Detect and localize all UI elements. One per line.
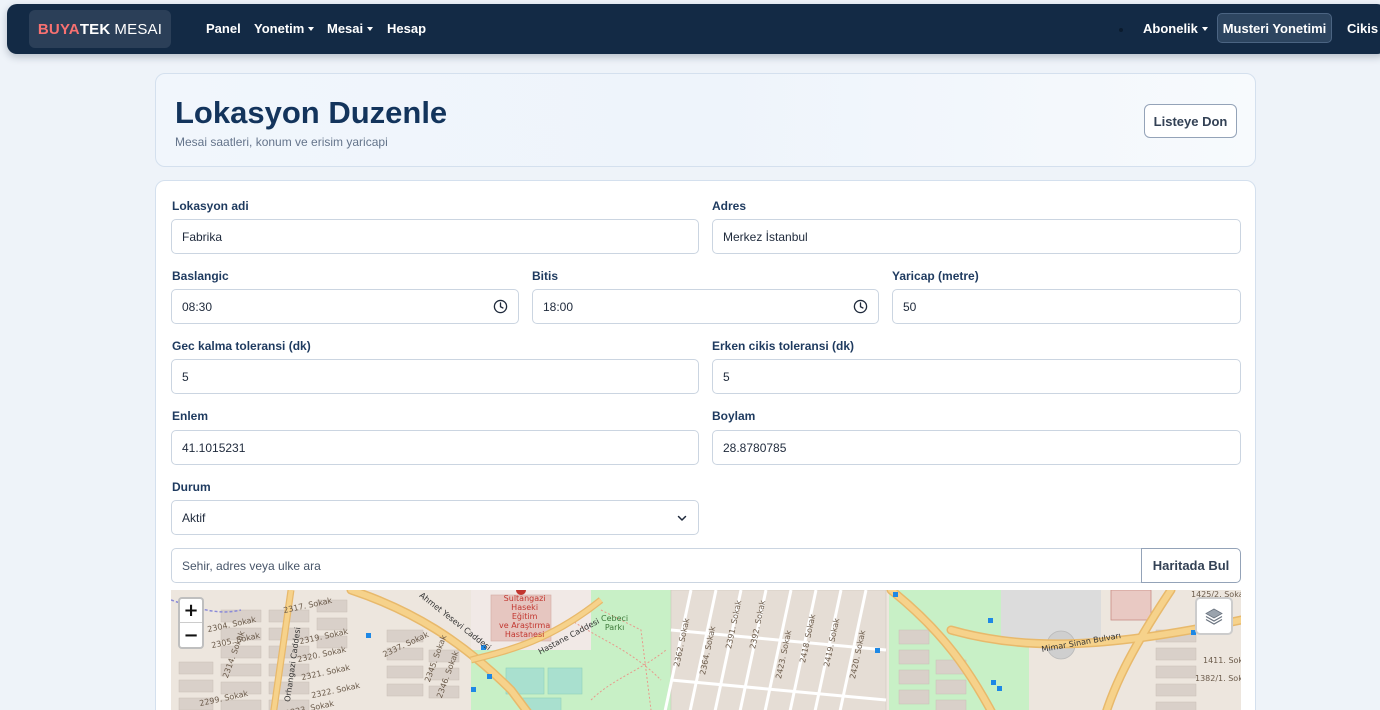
baslangic-time-input[interactable]: 08:30: [171, 289, 519, 324]
yaricap-value: 50: [903, 299, 917, 314]
erken-cikis-input[interactable]: 5: [712, 359, 1241, 394]
brand-part-3: MESAI: [114, 20, 163, 38]
caret-down-icon: [308, 27, 315, 31]
brand-part-1: BUYA: [37, 20, 80, 38]
top-navbar: BUYA TEK MESAI Panel Yonetim Mesai Hesap A…: [7, 4, 1380, 54]
enlem-value: 41.1015231: [182, 440, 246, 455]
erken-cikis-value: 5: [723, 369, 730, 384]
street-label: 1411. Sokak: [1203, 656, 1241, 665]
map-zoom-control: + −: [178, 597, 204, 649]
nav-cikis[interactable]: Cikis: [1347, 21, 1378, 36]
adres-input[interactable]: Merkez İstanbul: [712, 219, 1241, 254]
lokasyon-adi-label: Lokasyon adi: [172, 199, 249, 213]
lokasyon-adi-input[interactable]: Fabrika: [171, 219, 699, 254]
hospital-line-2: Haseki: [511, 603, 539, 612]
nav-mesai-label: Mesai: [327, 21, 364, 36]
map-layers-button[interactable]: [1195, 597, 1233, 635]
chevron-down-icon: [677, 515, 687, 521]
clock-icon[interactable]: [493, 299, 508, 314]
page-title: Lokasyon Duzenle: [175, 95, 448, 130]
enlem-input[interactable]: 41.1015231: [171, 430, 699, 465]
gec-kalma-input[interactable]: 5: [171, 359, 699, 394]
bitis-time-input[interactable]: 18:00: [532, 289, 879, 324]
park-line-1: Cebeci: [601, 614, 629, 623]
nav-hesap[interactable]: Hesap: [387, 21, 426, 36]
zoom-in-button[interactable]: +: [180, 599, 202, 623]
adres-value: Merkez İstanbul: [723, 229, 808, 244]
nav-divider-dot: [1119, 28, 1123, 32]
boylam-value: 28.8780785: [723, 440, 787, 455]
boylam-input[interactable]: 28.8780785: [712, 430, 1241, 465]
nav-mesai-dropdown[interactable]: Mesai: [327, 21, 374, 36]
location-map[interactable]: Sultangazi Haseki Eğitim ve Araştırma Ha…: [171, 590, 1241, 710]
baslangic-label: Baslangic: [172, 269, 229, 283]
back-to-list-button[interactable]: Listeye Don: [1144, 104, 1237, 138]
baslangic-value: 08:30: [182, 299, 213, 314]
location-form-card: Lokasyon adi Fabrika Adres Merkez İstanb…: [155, 180, 1256, 710]
yaricap-label: Yaricap (metre): [892, 269, 979, 283]
layers-icon: [1205, 608, 1223, 625]
lokasyon-adi-value: Fabrika: [182, 229, 223, 244]
durum-selected-value: Aktif: [182, 510, 206, 525]
nav-yonetim-dropdown[interactable]: Yonetim: [254, 21, 315, 36]
zoom-out-button[interactable]: −: [180, 623, 202, 647]
bitis-value: 18:00: [543, 299, 574, 314]
musteri-yonetimi-button[interactable]: Musteri Yonetimi: [1217, 13, 1332, 43]
nav-yonetim-label: Yonetim: [254, 21, 305, 36]
durum-select[interactable]: Aktif: [171, 500, 699, 535]
enlem-label: Enlem: [172, 409, 209, 423]
map-search-input[interactable]: Sehir, adres veya ulke ara: [171, 548, 1142, 583]
adres-label: Adres: [712, 199, 747, 213]
find-on-map-button[interactable]: Haritada Bul: [1141, 548, 1241, 583]
durum-label: Durum: [172, 480, 211, 494]
hospital-line-5: Hastanesi: [504, 630, 545, 639]
brand-logo[interactable]: BUYA TEK MESAI: [29, 10, 171, 48]
park-line-2: Parkı: [604, 623, 625, 632]
nav-abonelik-label: Abonelik: [1143, 21, 1198, 36]
hospital-line-3: Eğitim: [511, 612, 538, 621]
erken-cikis-label: Erken cikis toleransi (dk): [712, 339, 855, 353]
boylam-label: Boylam: [712, 409, 756, 423]
yaricap-input[interactable]: 50: [892, 289, 1241, 324]
nav-panel[interactable]: Panel: [206, 21, 241, 36]
map-search-group: Sehir, adres veya ulke ara Haritada Bul: [171, 548, 1241, 583]
gec-kalma-label: Gec kalma toleransi (dk): [172, 339, 311, 353]
page-header-card: Lokasyon Duzenle Mesai saatleri, konum v…: [155, 73, 1256, 167]
caret-down-icon: [367, 27, 374, 31]
hospital-line-1: Sultangazi: [503, 594, 546, 603]
gec-kalma-value: 5: [182, 369, 189, 384]
street-label: 1382/1. Sokak: [1195, 674, 1241, 683]
caret-down-icon: [1201, 27, 1208, 31]
nav-abonelik-dropdown[interactable]: Abonelik: [1143, 21, 1208, 36]
park-label: Cebeci Parkı: [601, 614, 628, 632]
bitis-label: Bitis: [532, 269, 559, 283]
clock-icon[interactable]: [853, 299, 868, 314]
hospital-line-4: ve Araştırma: [499, 621, 551, 630]
page-subtitle: Mesai saatleri, konum ve erisim yaricapi: [175, 135, 388, 149]
brand-part-2: TEK: [79, 20, 111, 38]
hospital-label: Sultangazi Haseki Eğitim ve Araştırma Ha…: [499, 594, 550, 639]
